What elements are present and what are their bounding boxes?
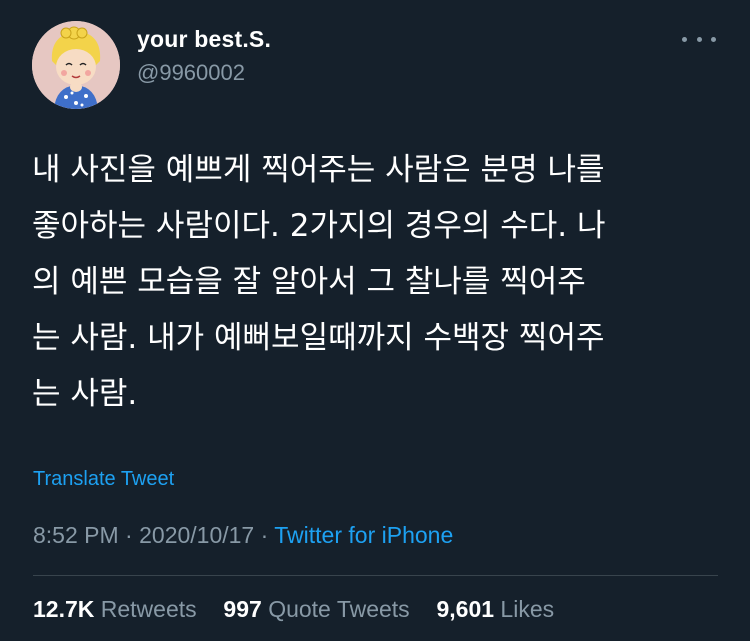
- retweets-label: Retweets: [100, 596, 197, 622]
- tweet-stats: 12.7K Retweets 997 Quote Tweets 9,601 Li…: [33, 596, 554, 623]
- cartoon-avatar-image: [32, 21, 120, 109]
- quote-tweets-label: Quote Tweets: [268, 596, 410, 622]
- retweets-stat[interactable]: 12.7K Retweets: [33, 596, 203, 622]
- quote-tweets-stat[interactable]: 997 Quote Tweets: [223, 596, 416, 622]
- tweet-date[interactable]: 2020/10/17: [139, 522, 254, 548]
- likes-label: Likes: [500, 596, 555, 622]
- quote-tweets-count: 997: [223, 596, 262, 622]
- translate-tweet-link[interactable]: Translate Tweet: [33, 468, 174, 491]
- retweets-count: 12.7K: [33, 596, 95, 622]
- more-dot: [711, 36, 716, 42]
- more-dot: [682, 36, 687, 42]
- user-display-name[interactable]: your best.S.: [137, 26, 271, 53]
- likes-count: 9,601: [436, 596, 495, 622]
- tweet-time[interactable]: 8:52 PM: [33, 522, 119, 548]
- user-handle[interactable]: @9960002: [137, 60, 245, 86]
- more-dot: [696, 36, 702, 42]
- tweet-meta: 8:52 PM · 2020/10/17 · Twitter for iPhon…: [33, 522, 453, 549]
- divider: [33, 575, 718, 576]
- meta-separator: ·: [260, 522, 269, 548]
- meta-separator: ·: [125, 522, 133, 548]
- more-horizontal-icon[interactable]: [682, 34, 716, 44]
- avatar[interactable]: [32, 21, 120, 109]
- tweet-card: your best.S. @9960002 내 사진을 예쁘게 찍어주는 사람은…: [0, 0, 750, 641]
- likes-stat[interactable]: 9,601 Likes: [436, 596, 554, 622]
- tweet-source-link[interactable]: Twitter for iPhone: [274, 522, 453, 548]
- tweet-text: 내 사진을 예쁘게 찍어주는 사람은 분명 나를 좋아하는 사람이다. 2가지의…: [32, 152, 606, 412]
